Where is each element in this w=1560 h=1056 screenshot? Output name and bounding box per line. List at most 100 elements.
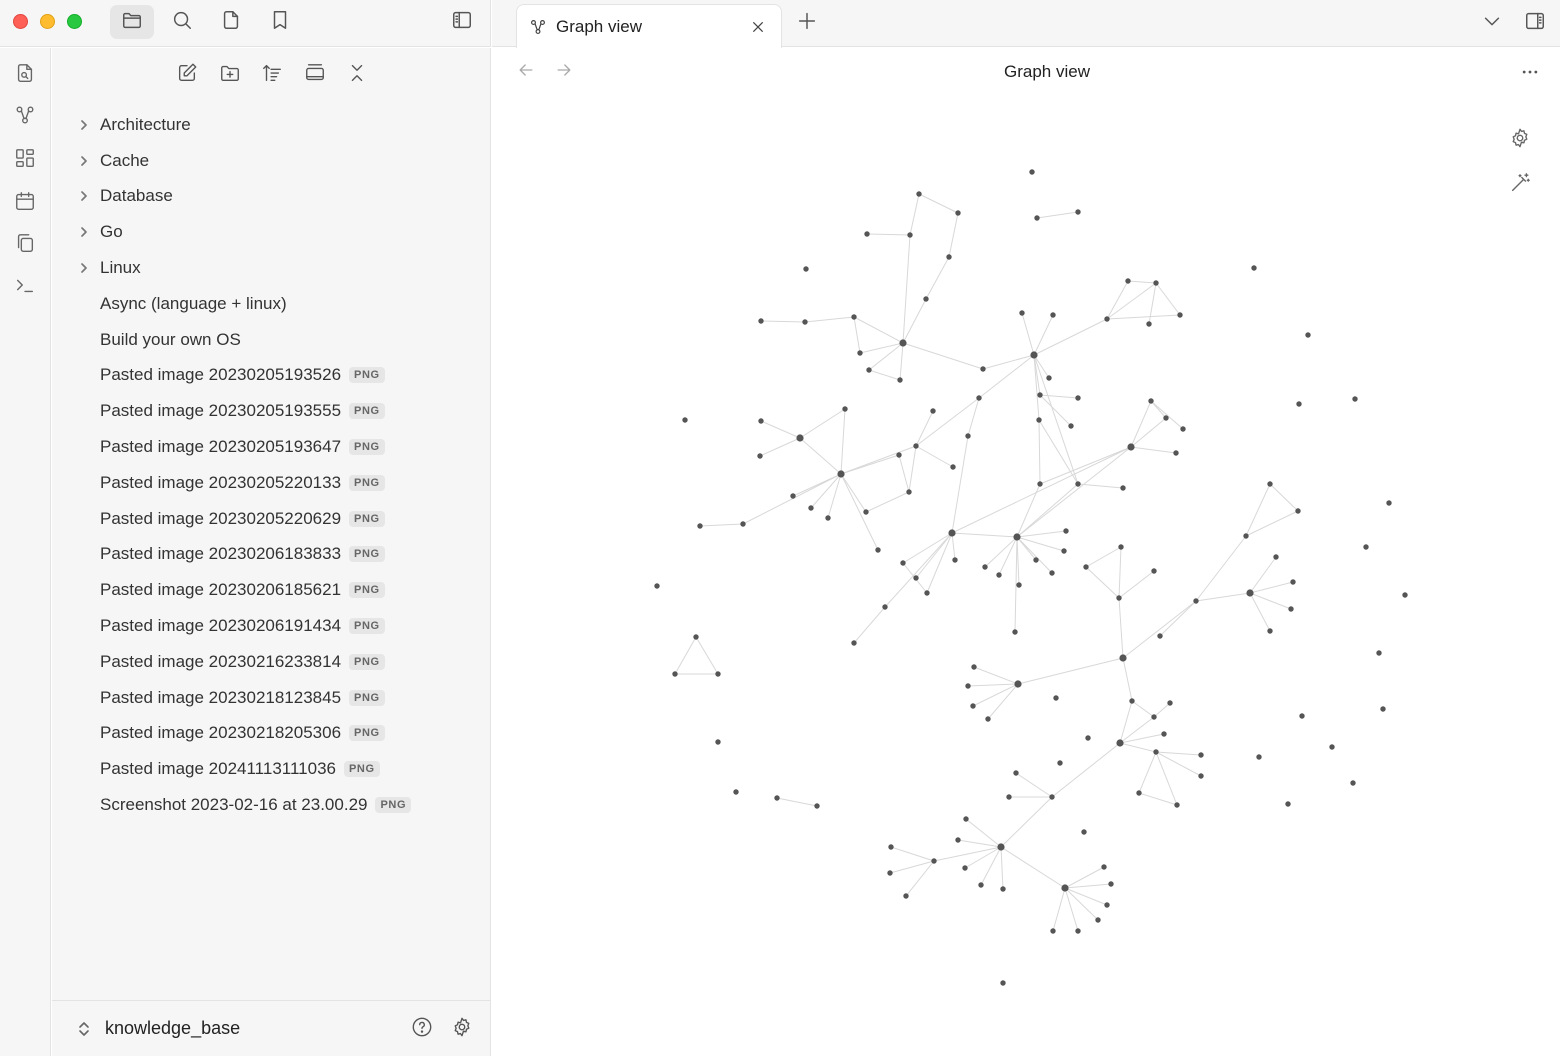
graph-node[interactable]	[1129, 698, 1135, 704]
graph-node[interactable]	[1267, 481, 1273, 487]
graph-node[interactable]	[1246, 589, 1254, 597]
graph-node[interactable]	[654, 583, 660, 589]
graph-node[interactable]	[1049, 570, 1055, 576]
new-note-button[interactable]	[172, 60, 202, 90]
graph-node[interactable]	[1402, 592, 1408, 598]
graph-node[interactable]	[996, 572, 1002, 578]
zoom-window-button[interactable]	[67, 14, 82, 29]
graph-node[interactable]	[1136, 790, 1142, 796]
left-sidebar-toggle-button[interactable]	[440, 5, 484, 39]
vault-switcher-icon[interactable]	[76, 1020, 92, 1038]
graph-node[interactable]	[790, 493, 796, 499]
bookmarks-tab-button[interactable]	[258, 5, 302, 39]
graph-node[interactable]	[913, 443, 919, 449]
tab-close-button[interactable]	[747, 16, 769, 38]
graph-node[interactable]	[1016, 582, 1022, 588]
close-window-button[interactable]	[13, 14, 28, 29]
graph-node[interactable]	[1036, 417, 1042, 423]
graph-node[interactable]	[952, 557, 958, 563]
graph-node[interactable]	[1151, 714, 1157, 720]
sort-button[interactable]	[257, 60, 287, 90]
tree-file[interactable]: Build your own OS	[52, 322, 491, 358]
graph-node[interactable]	[814, 803, 820, 809]
graph-node[interactable]	[740, 521, 746, 527]
graph-node[interactable]	[1083, 564, 1089, 570]
tree-file[interactable]: Pasted image 20241113111036 PNG	[52, 751, 491, 787]
tree-folder-cache[interactable]: Cache	[52, 143, 491, 179]
graph-node[interactable]	[916, 191, 922, 197]
graph-node[interactable]	[997, 843, 1005, 851]
graph-node[interactable]	[1146, 321, 1152, 327]
graph-node[interactable]	[985, 716, 991, 722]
graph-node[interactable]	[1350, 780, 1356, 786]
right-sidebar-toggle-button[interactable]	[1523, 11, 1547, 35]
graph-node[interactable]	[924, 590, 930, 596]
graph-node[interactable]	[1125, 278, 1131, 284]
graph-node[interactable]	[1193, 598, 1199, 604]
graph-node[interactable]	[903, 893, 909, 899]
graph-node[interactable]	[965, 433, 971, 439]
graph-node[interactable]	[897, 377, 903, 383]
tree-file[interactable]: Screenshot 2023-02-16 at 23.00.29 PNG	[52, 787, 491, 823]
graph-node[interactable]	[1119, 654, 1127, 662]
graph-settings-button[interactable]	[1507, 127, 1533, 153]
help-button[interactable]	[410, 1017, 434, 1041]
collapse-all-button[interactable]	[342, 60, 372, 90]
graph-node[interactable]	[1019, 310, 1025, 316]
graph-node[interactable]	[1352, 396, 1358, 402]
graph-node[interactable]	[1296, 401, 1302, 407]
new-tab-button[interactable]	[795, 11, 819, 35]
graph-node[interactable]	[930, 408, 936, 414]
graph-node[interactable]	[1363, 544, 1369, 550]
graph-node[interactable]	[976, 395, 982, 401]
graph-node[interactable]	[1063, 528, 1069, 534]
graph-node[interactable]	[955, 210, 961, 216]
graph-node[interactable]	[851, 314, 857, 320]
graph-node[interactable]	[1050, 312, 1056, 318]
tree-folder-architecture[interactable]: Architecture	[52, 107, 491, 143]
minimize-window-button[interactable]	[40, 14, 55, 29]
graph-node[interactable]	[1273, 554, 1279, 560]
tab-graph-view[interactable]: Graph view	[516, 4, 782, 48]
auto-reveal-button[interactable]	[300, 60, 330, 90]
graph-node[interactable]	[1053, 695, 1059, 701]
graph-node[interactable]	[1033, 557, 1039, 563]
graph-node[interactable]	[923, 296, 929, 302]
graph-node[interactable]	[1163, 415, 1169, 421]
canvas-button[interactable]	[9, 144, 41, 176]
graph-node[interactable]	[866, 367, 872, 373]
graph-node[interactable]	[1180, 426, 1186, 432]
graph-node[interactable]	[1037, 392, 1043, 398]
graph-node[interactable]	[1104, 902, 1110, 908]
graph-node[interactable]	[1153, 280, 1159, 286]
graph-node[interactable]	[982, 564, 988, 570]
graph-node[interactable]	[1177, 312, 1183, 318]
graph-node[interactable]	[1013, 533, 1021, 541]
graph-node[interactable]	[803, 266, 809, 272]
tree-file[interactable]: Pasted image 20230206185621 PNG	[52, 572, 491, 608]
graph-node[interactable]	[1081, 829, 1087, 835]
tree-file[interactable]: Pasted image 20230218123845 PNG	[52, 680, 491, 716]
graph-node[interactable]	[1299, 713, 1305, 719]
graph-node[interactable]	[970, 703, 976, 709]
more-options-button[interactable]	[1518, 60, 1542, 84]
graph-node[interactable]	[950, 464, 956, 470]
graph-node[interactable]	[1285, 801, 1291, 807]
graph-node[interactable]	[955, 837, 961, 843]
graph-node[interactable]	[962, 865, 968, 871]
graph-node[interactable]	[906, 489, 912, 495]
graph-node[interactable]	[1050, 928, 1056, 934]
graph-node[interactable]	[864, 231, 870, 237]
tree-file[interactable]: Pasted image 20230205193555 PNG	[52, 393, 491, 429]
graph-node[interactable]	[825, 515, 831, 521]
graph-node[interactable]	[1148, 398, 1154, 404]
graph-node[interactable]	[802, 319, 808, 325]
graph-node[interactable]	[1075, 209, 1081, 215]
graph-node[interactable]	[1108, 881, 1114, 887]
graph-node[interactable]	[1161, 731, 1167, 737]
graph-node[interactable]	[1251, 265, 1257, 271]
graph-node[interactable]	[1104, 316, 1110, 322]
graph-node[interactable]	[978, 882, 984, 888]
graph-node[interactable]	[1116, 595, 1122, 601]
graph-node[interactable]	[1290, 579, 1296, 585]
